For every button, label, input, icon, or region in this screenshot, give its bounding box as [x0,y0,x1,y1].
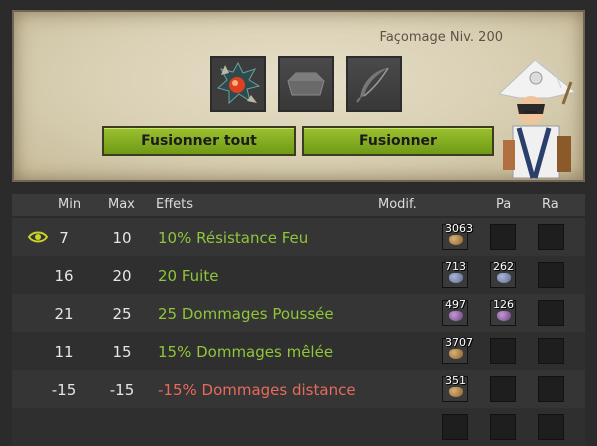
rune-icon [449,349,463,359]
pa-rune-slot[interactable]: 262 [490,260,516,288]
effect-label: 15% Dommages mêlée [158,343,334,361]
column-ra: Ra [542,197,559,212]
pa-rune-count: 262 [493,260,514,273]
rune-placeholder-icon [287,72,325,96]
rune-count: 497 [445,298,466,311]
ra-rune-slot[interactable] [538,300,564,326]
pa-rune-count: 126 [493,298,514,311]
table-row[interactable]: -15 -15 -15% Dommages distance 351 [12,370,585,408]
rune-count: 713 [445,260,466,273]
pa-rune-slot[interactable] [490,414,516,440]
modif-rune-slot[interactable]: 3707 [442,336,473,364]
effect-label: -15% Dommages distance [158,381,356,399]
merge-button[interactable]: Fusionner [302,126,494,156]
rune-icon [449,387,463,397]
min-value: 11 [54,343,74,361]
pa-rune-slot[interactable] [490,376,516,402]
max-value: 10 [112,229,132,247]
rune-icon [449,235,463,245]
ra-rune-slot[interactable] [538,262,564,288]
table-row[interactable]: 7 10 10% Résistance Feu 3063 [12,218,585,256]
item-slot[interactable] [210,56,266,112]
effect-label: 10% Résistance Feu [158,229,309,247]
rune-icon [449,311,463,321]
rune-count: 3063 [445,222,473,235]
column-effects: Effets [156,197,194,212]
column-min: Min [58,197,82,212]
max-value: 20 [112,267,132,285]
column-modif: Modif. [378,197,417,212]
ra-rune-slot[interactable] [538,224,564,250]
table-row[interactable]: 21 25 25 Dommages Poussée 497 126 [12,294,585,332]
modif-rune-slot[interactable]: 497 [442,298,468,326]
min-value: 16 [54,267,74,285]
min-value: 21 [54,305,74,323]
max-value: -15 [109,381,135,399]
pa-rune-slot[interactable] [490,338,516,364]
amulet-item-icon [216,61,261,105]
modif-rune-slot[interactable]: 713 [442,260,468,288]
max-value: 25 [112,305,132,323]
rune-slot[interactable] [278,56,334,112]
ra-rune-slot[interactable] [538,338,564,364]
table-row[interactable]: 16 20 20 Fuite 713 262 [12,256,585,294]
character-avatar [497,59,577,179]
ra-rune-slot[interactable] [538,414,564,440]
merge-all-button[interactable]: Fusionner tout [102,126,296,156]
max-value: 15 [112,343,132,361]
effect-label: 25 Dommages Poussée [158,305,334,323]
modif-rune-slot[interactable] [442,414,468,440]
min-value: 7 [59,229,69,247]
rune-icon [449,273,463,283]
modif-rune-slot[interactable]: 3063 [442,222,473,250]
pa-rune-icon [497,311,511,321]
pa-rune-slot[interactable] [490,224,516,250]
effects-table: Min Max Effets Modif. Pa Ra 7 10 10% Rés… [12,194,585,446]
column-max: Max [108,197,135,212]
modif-rune-slot[interactable]: 351 [442,374,468,402]
ra-rune-slot[interactable] [538,376,564,402]
rune-count: 3707 [445,336,473,349]
rune-count: 351 [445,374,466,387]
effect-label: 20 Fuite [158,267,219,285]
pa-rune-icon [497,273,511,283]
column-pa: Pa [496,197,512,212]
table-header: Min Max Effets Modif. Pa Ra [12,194,585,216]
min-value: -15 [51,381,77,399]
forgemagus-panel: Façomage Niv. 200 Fusionner tout Fusionn… [12,10,585,182]
level-label: Façomage Niv. 200 [379,30,503,45]
feather-icon [356,67,389,103]
table-row[interactable]: 11 15 15% Dommages mêlée 3707 [12,332,585,370]
pa-rune-slot[interactable]: 126 [490,298,516,326]
potion-slot[interactable] [346,56,402,112]
table-row[interactable] [12,408,585,446]
